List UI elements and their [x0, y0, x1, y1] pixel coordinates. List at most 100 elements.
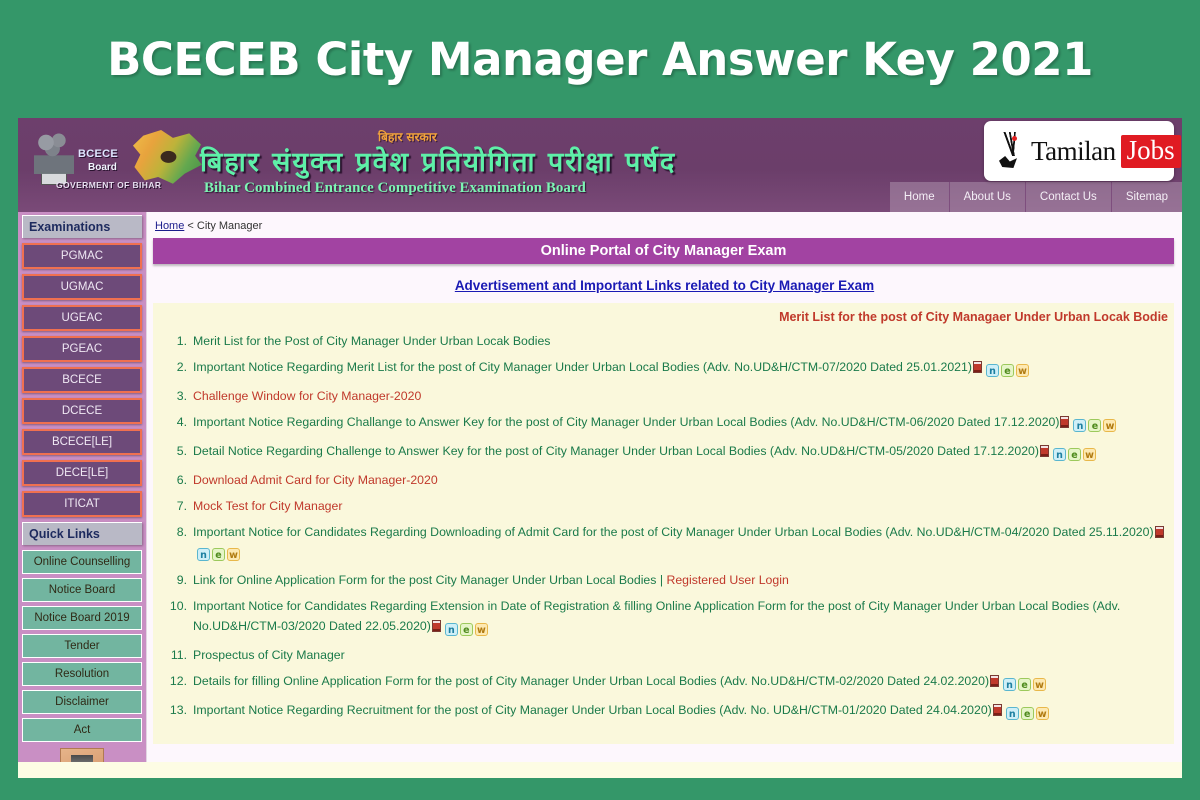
site-header: BCECE Board GOVERMENT OF BIHAR बिहार सरक…: [18, 118, 1182, 212]
notice-item-label[interactable]: Link for Online Application Form for the…: [193, 573, 666, 587]
notice-item[interactable]: Download Admit Card for City Manager-202…: [163, 471, 1168, 490]
notice-item[interactable]: Link for Online Application Form for the…: [163, 571, 1168, 590]
title-banner: BCECEB City Manager Answer Key 2021: [0, 0, 1200, 118]
sidebar-item-tender[interactable]: Tender: [22, 634, 142, 658]
new-badge-letter-e: e: [1020, 706, 1034, 720]
sidebar-header-quick-links: Quick Links: [22, 522, 142, 545]
notice-panel: Merit List for the post of City Managaer…: [153, 303, 1174, 744]
notice-item[interactable]: Important Notice Regarding Recruitment f…: [163, 701, 1168, 723]
notice-item-label[interactable]: Details for filling Online Application F…: [193, 674, 989, 688]
notice-item[interactable]: Important Notice Regarding Merit List fo…: [163, 358, 1168, 380]
pdf-icon[interactable]: [1154, 526, 1164, 539]
sidebar-item-dcece[interactable]: DCECE: [22, 398, 142, 424]
sidebar-item-ugmac[interactable]: UGMAC: [22, 274, 142, 300]
sidebar-item-notice-board-2019[interactable]: Notice Board 2019: [22, 606, 142, 630]
sidebar-item-online-counselling[interactable]: Online Counselling: [22, 550, 142, 574]
new-badge-letter-n: n: [1005, 706, 1019, 720]
notice-item[interactable]: Detail Notice Regarding Challenge to Ans…: [163, 442, 1168, 464]
notice-item[interactable]: Important Notice for Candidates Regardin…: [163, 523, 1168, 564]
notice-item[interactable]: Mock Test for City Manager: [163, 497, 1168, 516]
new-badge-letter-w: w: [1015, 364, 1029, 378]
new-badge-letter-w: w: [1035, 706, 1049, 720]
bihar-map-icon: [132, 130, 202, 184]
top-navigation[interactable]: Home About Us Contact Us Sitemap: [889, 182, 1182, 212]
notice-item-label[interactable]: Merit List for the Post of City Manager …: [193, 334, 550, 348]
new-badge-letter-e: e: [1018, 677, 1032, 691]
tamilan-jobs-watermark: Tamilan Jobs: [984, 121, 1181, 181]
new-badge-letter-n: n: [444, 622, 458, 636]
new-badge-icon: new: [1052, 445, 1098, 464]
nav-item-home[interactable]: Home: [890, 182, 949, 212]
new-badge-letter-e: e: [212, 548, 225, 562]
notice-item[interactable]: Important Notice for Candidates Regardin…: [163, 597, 1168, 638]
board-title-hindi: बिहार संयुक्त प्रवेश प्रतियोगिता परीक्षा…: [200, 147, 677, 178]
notice-item[interactable]: Details for filling Online Application F…: [163, 672, 1168, 694]
notice-item-label[interactable]: Mock Test for City Manager: [193, 499, 342, 513]
notice-item-label[interactable]: Important Notice for Candidates Regardin…: [193, 599, 1120, 632]
new-badge-letter-w: w: [1033, 677, 1047, 691]
advertisement-heading[interactable]: Advertisement and Important Links relate…: [147, 278, 1182, 293]
notice-item[interactable]: Prospectus of City Manager: [163, 646, 1168, 665]
watermark-word-jobs: Jobs: [1120, 134, 1181, 168]
breadcrumb-current: < City Manager: [184, 220, 263, 232]
sidebar-item-act[interactable]: Act: [22, 718, 142, 742]
breadcrumb: Home < City Manager: [147, 218, 1182, 238]
new-badge-icon: new: [444, 620, 490, 639]
merit-list-marquee: Merit List for the post of City Managaer…: [779, 310, 1168, 324]
notice-item-label[interactable]: Detail Notice Regarding Challenge to Ans…: [193, 444, 1039, 458]
logo-government-label: GOVERMENT OF BIHAR: [56, 180, 162, 190]
page-title: BCECEB City Manager Answer Key 2021: [107, 32, 1093, 86]
notice-item-label[interactable]: Important Notice for Candidates Regardin…: [193, 525, 1154, 539]
sidebar-item-iticat[interactable]: ITICAT: [22, 491, 142, 517]
sidebar-item-bcece[interactable]: BCECE: [22, 367, 142, 393]
sidebar-thumbnail-image[interactable]: [60, 748, 104, 762]
new-badge-letter-e: e: [459, 622, 473, 636]
new-badge-letter-n: n: [1052, 448, 1066, 462]
pdf-icon[interactable]: [431, 619, 441, 632]
watermark-glyph-icon: [992, 130, 1026, 172]
sidebar-item-disclaimer[interactable]: Disclaimer: [22, 690, 142, 714]
board-title-english: Bihar Combined Entrance Competitive Exam…: [204, 180, 586, 196]
new-badge-letter-w: w: [1103, 419, 1117, 433]
nav-item-contact-us[interactable]: Contact Us: [1024, 182, 1111, 212]
new-badge-letter-e: e: [1000, 364, 1014, 378]
sidebar-item-dece-le[interactable]: DECE[LE]: [22, 460, 142, 486]
sidebar-item-bcece-le[interactable]: BCECE[LE]: [22, 429, 142, 455]
nav-item-sitemap[interactable]: Sitemap: [1110, 182, 1182, 212]
notice-item-label[interactable]: Important Notice Regarding Recruitment f…: [193, 703, 992, 717]
notice-item-label[interactable]: Download Admit Card for City Manager-202…: [193, 473, 438, 487]
notice-item-label[interactable]: Challenge Window for City Manager-2020: [193, 389, 421, 403]
notice-item-label[interactable]: Important Notice Regarding Challange to …: [193, 415, 1059, 429]
portal-title-bar: Online Portal of City Manager Exam: [153, 238, 1174, 264]
nav-item-about-us[interactable]: About Us: [948, 182, 1025, 212]
sidebar-header-examinations: Examinations: [22, 215, 142, 238]
pdf-icon[interactable]: [1060, 416, 1070, 429]
page-bottom-strip: [18, 762, 1182, 778]
new-badge-letter-n: n: [1003, 677, 1017, 691]
notice-item[interactable]: Merit List for the Post of City Manager …: [163, 332, 1168, 351]
pdf-icon[interactable]: [972, 361, 982, 374]
notice-item[interactable]: Important Notice Regarding Challange to …: [163, 413, 1168, 435]
watermark-word-tamilan: Tamilan: [1031, 135, 1116, 166]
main-content: Home < City Manager Online Portal of Cit…: [146, 212, 1182, 762]
sidebar-item-pgeac[interactable]: PGEAC: [22, 336, 142, 362]
pdf-icon[interactable]: [1039, 445, 1049, 458]
notice-item[interactable]: Challenge Window for City Manager-2020: [163, 387, 1168, 406]
new-badge-letter-w: w: [1082, 448, 1096, 462]
sidebar-item-pgmac[interactable]: PGMAC: [22, 243, 142, 269]
new-badge-letter-e: e: [1088, 419, 1102, 433]
notice-item-label[interactable]: Important Notice Regarding Merit List fo…: [193, 360, 972, 374]
registered-user-login-link[interactable]: Registered User Login: [666, 573, 788, 587]
new-badge-letter-w: w: [474, 622, 488, 636]
pdf-icon[interactable]: [990, 674, 1000, 687]
notice-list: Merit List for the Post of City Manager …: [159, 332, 1168, 723]
sidebar-item-ugeac[interactable]: UGEAC: [22, 305, 142, 331]
new-badge-icon: new: [985, 361, 1031, 380]
sidebar-item-resolution[interactable]: Resolution: [22, 662, 142, 686]
sidebar-item-notice-board[interactable]: Notice Board: [22, 578, 142, 602]
notice-item-label[interactable]: Prospectus of City Manager: [193, 648, 345, 662]
embedded-screenshot: BCECE Board GOVERMENT OF BIHAR बिहार सरक…: [18, 118, 1182, 778]
pdf-icon[interactable]: [992, 703, 1002, 716]
new-badge-letter-n: n: [197, 548, 210, 562]
breadcrumb-home-link[interactable]: Home: [155, 220, 184, 232]
